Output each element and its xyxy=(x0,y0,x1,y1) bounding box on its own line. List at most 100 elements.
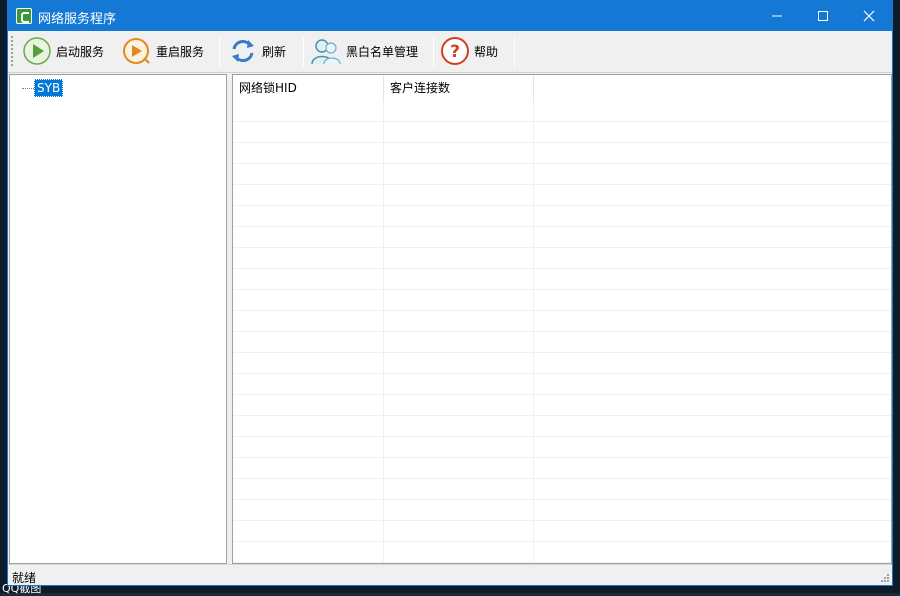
list-empty-cell xyxy=(233,479,384,500)
list-empty-row xyxy=(233,164,891,185)
list-empty-row xyxy=(233,227,891,248)
list-empty-cell xyxy=(233,332,384,353)
blacklist-manage-button[interactable]: 黑白名单管理 xyxy=(310,33,418,69)
list-empty-row xyxy=(233,101,891,122)
list-empty-cell xyxy=(384,143,534,164)
list-empty-row xyxy=(233,332,891,353)
list-empty-cell xyxy=(233,437,384,458)
list-empty-row xyxy=(233,122,891,143)
list-empty-cell xyxy=(233,206,384,227)
list-empty-cell xyxy=(233,416,384,437)
list-empty-cell xyxy=(233,521,384,542)
restart-service-label: 重启服务 xyxy=(156,44,205,59)
list-empty-cell xyxy=(233,164,384,185)
list-empty-cell xyxy=(384,164,534,185)
list-empty-cell xyxy=(384,290,534,311)
column-header-connections[interactable]: 客户连接数 xyxy=(384,75,534,101)
close-button[interactable] xyxy=(846,1,892,31)
help-button[interactable]: ? 帮助 xyxy=(440,33,498,69)
restart-service-button[interactable]: 重启服务 xyxy=(122,33,204,69)
list-empty-row xyxy=(233,185,891,206)
title-bar[interactable]: 网络服务程序 xyxy=(8,1,892,31)
toolbar-separator xyxy=(433,37,434,67)
resize-grip-icon[interactable] xyxy=(880,573,890,583)
list-empty-cell xyxy=(233,311,384,332)
list-empty-row xyxy=(233,416,891,437)
list-empty-row xyxy=(233,353,891,374)
list-empty-cell xyxy=(233,269,384,290)
list-empty-row xyxy=(233,290,891,311)
maximize-icon xyxy=(818,11,828,21)
list-empty-row xyxy=(233,479,891,500)
list-empty-cell xyxy=(384,248,534,269)
list-empty-row xyxy=(233,458,891,479)
tree-view[interactable]: SYB xyxy=(9,74,227,564)
tree-connector xyxy=(22,88,34,89)
list-empty-cell xyxy=(384,227,534,248)
list-empty-cell xyxy=(384,101,534,122)
status-bar: 就绪 xyxy=(8,564,892,585)
list-empty-cell xyxy=(384,374,534,395)
refresh-button[interactable]: 刷新 xyxy=(228,33,286,69)
list-rows xyxy=(233,101,891,563)
list-empty-cell xyxy=(233,542,384,563)
list-empty-row xyxy=(233,437,891,458)
list-empty-cell xyxy=(233,353,384,374)
status-text: 就绪 xyxy=(12,571,37,585)
play-icon xyxy=(23,37,51,65)
list-empty-cell xyxy=(233,395,384,416)
list-empty-cell xyxy=(233,374,384,395)
list-empty-row xyxy=(233,311,891,332)
list-empty-cell xyxy=(384,332,534,353)
help-label: 帮助 xyxy=(474,44,499,59)
list-empty-cell xyxy=(233,458,384,479)
help-icon: ? xyxy=(441,37,469,65)
svg-text:?: ? xyxy=(450,42,460,62)
column-header-hid[interactable]: 网络锁HID xyxy=(233,75,384,101)
list-empty-cell xyxy=(384,206,534,227)
list-empty-cell xyxy=(233,500,384,521)
list-empty-cell xyxy=(384,521,534,542)
list-empty-row xyxy=(233,374,891,395)
users-icon xyxy=(311,39,341,65)
tree-node-root[interactable]: SYB xyxy=(34,79,64,97)
list-empty-cell xyxy=(233,143,384,164)
list-empty-row xyxy=(233,269,891,290)
list-empty-cell xyxy=(384,416,534,437)
list-empty-cell xyxy=(384,353,534,374)
close-icon xyxy=(863,10,875,22)
list-empty-row xyxy=(233,206,891,227)
list-view[interactable]: 网络锁HID 客户连接数 xyxy=(232,74,892,564)
refresh-label: 刷新 xyxy=(262,44,287,59)
list-empty-row xyxy=(233,143,891,164)
list-empty-cell xyxy=(384,311,534,332)
list-empty-cell xyxy=(384,542,534,563)
toolbar-grip[interactable] xyxy=(11,36,14,66)
toolbar-separator xyxy=(514,37,515,67)
refresh-icon xyxy=(232,40,254,62)
list-empty-cell xyxy=(384,479,534,500)
restart-icon xyxy=(123,38,150,64)
list-empty-cell xyxy=(384,437,534,458)
list-empty-row xyxy=(233,395,891,416)
list-empty-row xyxy=(233,542,891,563)
start-service-button[interactable]: 启动服务 xyxy=(22,33,104,69)
list-empty-cell xyxy=(233,185,384,206)
minimize-icon xyxy=(772,15,782,17)
list-empty-cell xyxy=(233,122,384,143)
list-empty-cell xyxy=(233,290,384,311)
app-icon xyxy=(16,8,32,24)
minimize-button[interactable] xyxy=(754,1,800,31)
list-empty-row xyxy=(233,248,891,269)
toolbar: 启动服务 重启服务 刷新 黑白名单管理 ? 帮助 xyxy=(8,31,892,73)
start-service-label: 启动服务 xyxy=(56,44,105,59)
list-empty-cell xyxy=(384,500,534,521)
app-window: 网络服务程序 启动服务 重启服务 刷新 黑白名单管理 ? 帮助 SYB 网络锁H… xyxy=(7,0,893,586)
maximize-button[interactable] xyxy=(800,1,846,31)
list-empty-row xyxy=(233,500,891,521)
toolbar-separator xyxy=(303,37,304,67)
list-empty-cell xyxy=(384,185,534,206)
list-empty-row xyxy=(233,521,891,542)
list-empty-cell xyxy=(384,458,534,479)
list-empty-cell xyxy=(233,101,384,122)
